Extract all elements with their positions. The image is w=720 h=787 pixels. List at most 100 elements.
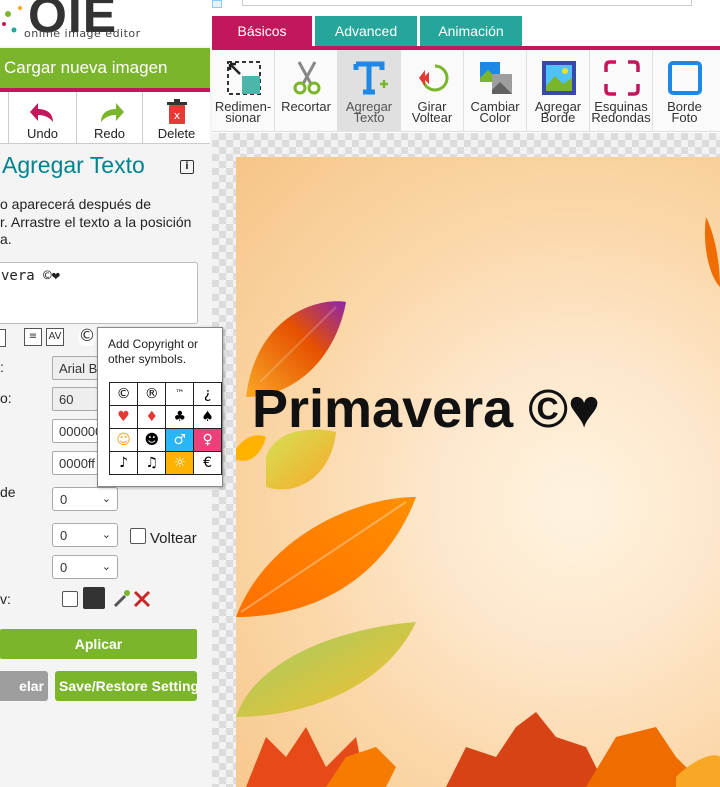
info-icon[interactable]: i [180, 160, 194, 174]
tool-label: Agregar Borde [527, 100, 589, 125]
rotate-icon [419, 64, 449, 92]
symbol-female[interactable]: ♀ [193, 428, 222, 452]
trash-icon: x [167, 99, 187, 124]
tab-advanced[interactable]: Advanced [315, 16, 417, 46]
popup-title: Add Copyright or other symbols. [108, 337, 199, 366]
color-images-icon [480, 62, 512, 94]
undo-label: Undo [26, 126, 59, 141]
address-field[interactable] [242, 0, 692, 6]
symbol-copyright[interactable]: © [108, 382, 139, 406]
flip-label: Voltear [150, 530, 197, 547]
undo-redo-bar: Undo Redo x Delete [0, 92, 210, 144]
symbol-club[interactable]: ♣ [165, 405, 195, 429]
tool-label: Redimen-sionar [212, 100, 274, 125]
tool-label: Recortar [275, 100, 337, 113]
redo-label: Redo [93, 126, 126, 141]
tool-change-color[interactable]: Cambiar Color [464, 50, 527, 132]
tool-label-line2: Foto [671, 110, 698, 125]
font-label: : [0, 359, 4, 375]
symbol-registered[interactable]: ® [137, 382, 167, 406]
tool-resize[interactable]: Redimen-sionar [212, 50, 275, 132]
chevron-down-icon: ⌄ [101, 561, 111, 573]
symbol-euro[interactable]: € [193, 451, 222, 475]
background-color-input[interactable]: 0000ff [52, 451, 98, 475]
tool-label-line2: Redondas [591, 110, 651, 125]
close-icon[interactable] [212, 0, 222, 8]
angle-select[interactable]: 0 ⌄ [52, 487, 118, 511]
undo-button[interactable]: Undo [8, 92, 76, 144]
apply-button[interactable]: Aplicar [0, 629, 197, 659]
tool-label-line2: Borde [540, 110, 576, 125]
tool-round-corners[interactable]: Esquinas Redondas [590, 50, 653, 132]
symbol-trademark[interactable]: ™ [165, 382, 195, 406]
symbols-popup: Add Copyright or other symbols. © ® ™ ¿ … [97, 327, 223, 487]
tool-label-line2: sionar [225, 110, 261, 125]
opacity-value: 0 [60, 528, 68, 543]
tool-label: Borde Foto [653, 100, 716, 125]
size-label: o: [0, 390, 12, 406]
symbol-dark-smiley[interactable]: ☻ [137, 428, 167, 452]
size-input[interactable]: 60 [52, 387, 98, 411]
logo-subtitle: online image editor [24, 27, 141, 40]
flip-checkbox[interactable] [130, 528, 146, 544]
photo-border-icon [668, 61, 702, 95]
opacity-select[interactable]: 0 ⌄ [52, 523, 118, 547]
tab-basicos[interactable]: Básicos [212, 16, 312, 46]
angle-label: de [0, 484, 16, 500]
tool-label: Agregar Texto [338, 100, 400, 125]
cancel-button[interactable]: elar [0, 671, 48, 701]
redo-button[interactable]: Redo [76, 92, 142, 144]
border-select[interactable]: 0 ⌄ [52, 555, 118, 579]
eyedropper-icon[interactable] [113, 588, 153, 608]
chevron-down-icon: ⌄ [101, 493, 111, 505]
symbol-inverted-question[interactable]: ¿ [193, 382, 222, 406]
tool-crop[interactable]: Recortar [275, 50, 338, 132]
logo: OIE online image editor [0, 0, 212, 46]
scissors-icon [293, 61, 321, 95]
shadow-color-swatch[interactable] [83, 587, 105, 609]
tool-label: Esquinas Redondas [590, 100, 652, 125]
symbol-grid: © ® ™ ¿ ♥ ♦ ♣ ♠ ☺ ☻ ♂ ♀ ♪ ♫ ☼ € [108, 382, 222, 475]
image-preview[interactable] [236, 157, 720, 787]
symbol-diamond[interactable]: ♦ [137, 405, 167, 429]
load-new-image-button[interactable]: Cargar nueva imagen [0, 48, 210, 88]
angle-value: 0 [60, 492, 68, 507]
color-input[interactable]: 000000 [52, 419, 98, 443]
canvas-text-overlay[interactable]: Primavera ©♥ [252, 378, 600, 440]
symbol-note[interactable]: ♪ [108, 451, 139, 475]
tool-label: Cambiar Color [464, 100, 526, 125]
symbol-sun[interactable]: ☼ [165, 451, 195, 475]
symbol-smiley[interactable]: ☺ [108, 428, 139, 452]
delete-button[interactable]: x Delete [142, 92, 210, 144]
tool-rotate-flip[interactable]: Girar Voltear [401, 50, 464, 132]
copyright-icon[interactable]: © [78, 328, 96, 346]
symbol-heart[interactable]: ♥ [108, 405, 139, 429]
delete-label: Delete [157, 126, 196, 141]
tab-animacion[interactable]: Animación [420, 16, 522, 46]
tool-label-line2: Texto [353, 110, 385, 125]
tab-bar: Básicos Advanced Animación [212, 16, 720, 46]
save-restore-button[interactable]: Save/Restore Setting [55, 671, 197, 701]
border-value: 0 [60, 560, 68, 575]
text-list-icon[interactable]: ≡ [24, 328, 42, 346]
font-select[interactable]: Arial B [52, 356, 98, 380]
shadow-checkbox[interactable] [62, 591, 78, 607]
tool-add-border[interactable]: Agregar Borde [527, 50, 590, 132]
letter-spacing-icon[interactable]: AV [46, 328, 64, 346]
tool-add-text[interactable]: Agregar Texto [338, 50, 401, 132]
symbol-spade[interactable]: ♠ [193, 405, 222, 429]
tool-photo-border[interactable]: Borde Foto [653, 50, 716, 132]
svg-text:x: x [174, 109, 181, 122]
border-image-icon [542, 61, 576, 95]
symbol-male[interactable]: ♂ [165, 428, 195, 452]
tool-label-line2: Color [479, 110, 511, 125]
symbol-notes[interactable]: ♫ [137, 451, 167, 475]
shadow-label: v: [0, 591, 11, 607]
toolbar: Redimen-sionar Recortar Agregar Texto Gir… [212, 50, 720, 132]
round-corners-icon [604, 60, 640, 96]
align-icon[interactable] [0, 329, 6, 347]
description-line-3: a. [0, 231, 12, 247]
text-input[interactable]: vera ©❤ [0, 262, 198, 324]
resize-icon [227, 61, 261, 95]
undo-arrow-icon [30, 103, 53, 122]
